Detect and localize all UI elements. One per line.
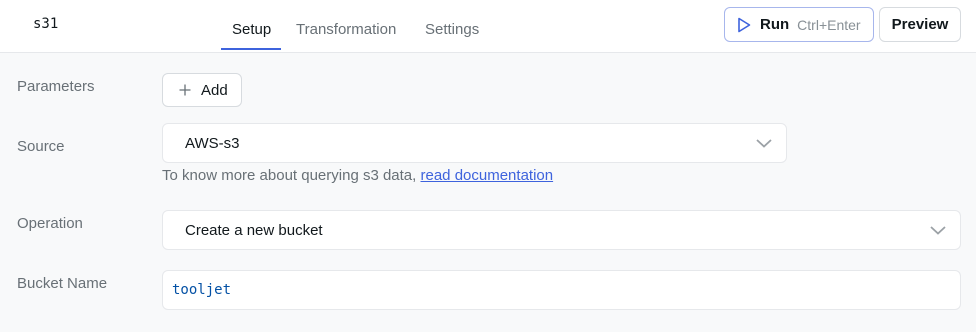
preview-button[interactable]: Preview bbox=[879, 7, 961, 42]
operation-select[interactable]: Create a new bucket bbox=[162, 210, 961, 250]
chevron-down-icon bbox=[930, 224, 946, 236]
tab-setup[interactable]: Setup bbox=[232, 21, 271, 38]
source-select[interactable]: AWS-s3 bbox=[162, 123, 787, 163]
source-label: Source bbox=[17, 138, 65, 155]
query-name[interactable]: s31 bbox=[33, 16, 58, 32]
source-helper-text: To know more about querying s3 data, rea… bbox=[162, 167, 553, 184]
helper-text: To know more about querying s3 data, bbox=[162, 167, 417, 184]
tab-transformation[interactable]: Transformation bbox=[296, 21, 396, 38]
play-icon bbox=[737, 17, 751, 33]
run-button[interactable]: Run Ctrl+Enter bbox=[724, 7, 874, 42]
run-shortcut: Ctrl+Enter bbox=[797, 16, 861, 33]
query-header: s31 Setup Transformation Settings Run Ct… bbox=[0, 0, 976, 53]
operation-value: Create a new bucket bbox=[185, 221, 323, 239]
active-tab-indicator bbox=[221, 48, 281, 50]
operation-label: Operation bbox=[17, 215, 83, 232]
read-documentation-link[interactable]: read documentation bbox=[421, 167, 554, 184]
add-parameter-button[interactable]: Add bbox=[162, 73, 242, 107]
bucket-name-input[interactable]: tooljet bbox=[162, 270, 961, 310]
add-label: Add bbox=[201, 81, 228, 99]
source-value: AWS-s3 bbox=[185, 134, 240, 152]
run-label: Run bbox=[760, 16, 790, 33]
parameters-label: Parameters bbox=[17, 78, 95, 95]
chevron-down-icon bbox=[756, 137, 772, 149]
tab-settings[interactable]: Settings bbox=[425, 21, 479, 38]
bucket-name-label: Bucket Name bbox=[17, 275, 108, 292]
plus-icon bbox=[179, 84, 191, 96]
